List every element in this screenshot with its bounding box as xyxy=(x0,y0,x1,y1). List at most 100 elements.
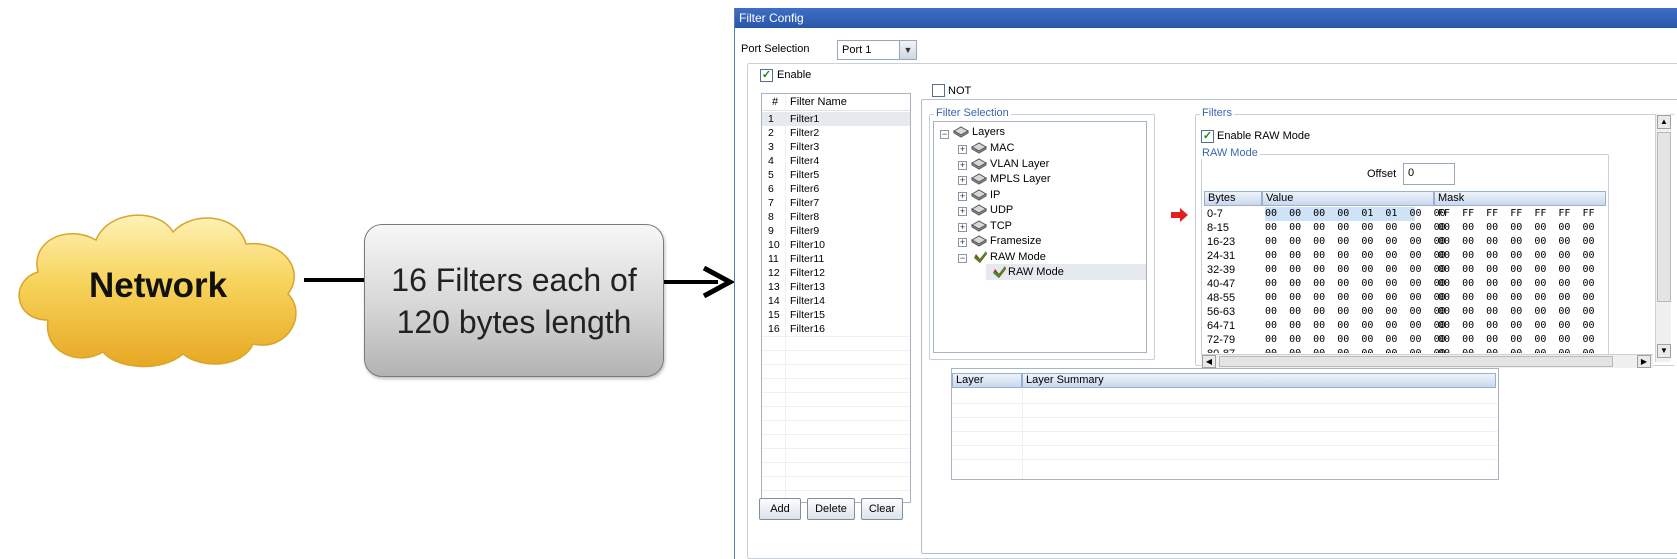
layers-icon xyxy=(970,157,988,170)
tree-node-label[interactable]: MAC xyxy=(990,140,1014,156)
delete-button-label: Delete xyxy=(815,503,847,515)
filter-list-item[interactable]: 15 Filter15 xyxy=(762,308,910,322)
tree-node-label[interactable]: TCP xyxy=(990,218,1012,234)
tree-node-label[interactable]: VLAN Layer xyxy=(990,156,1049,172)
raw-row-mask[interactable]: 00 00 00 00 00 00 00 00 xyxy=(1438,291,1606,305)
grid-line xyxy=(952,445,1498,446)
raw-row-mask[interactable]: 00 00 00 00 00 00 00 00 xyxy=(1438,277,1606,291)
raw-row-mask[interactable]: 00 00 00 00 00 00 00 00 xyxy=(1438,347,1606,353)
filter-list-item[interactable]: 12 Filter12 xyxy=(762,266,910,280)
h-scroll-thumb[interactable] xyxy=(1219,356,1613,367)
raw-row-value[interactable]: 00 00 00 00 00 00 00 00 xyxy=(1265,249,1446,263)
filter-list-item[interactable]: 4 Filter4 xyxy=(762,154,910,168)
filter-list-item[interactable]: 10 Filter10 xyxy=(762,238,910,252)
grid-line xyxy=(952,431,1498,432)
filter-number: 10 xyxy=(768,239,780,251)
tree-node-label[interactable]: IP xyxy=(990,187,1000,203)
filter-list-item[interactable]: 9 Filter9 xyxy=(762,224,910,238)
expand-icon[interactable]: + xyxy=(958,160,967,170)
expand-icon[interactable]: + xyxy=(958,191,967,201)
raw-row-mask[interactable]: 00 00 00 00 00 00 00 00 xyxy=(1438,221,1606,235)
expand-icon[interactable]: + xyxy=(958,207,967,216)
raw-row-value[interactable]: 00 00 00 00 00 00 00 00 xyxy=(1265,263,1446,277)
clear-button[interactable]: Clear xyxy=(861,498,903,520)
delete-button[interactable]: Delete xyxy=(807,498,855,520)
raw-row-value[interactable]: 00 00 00 00 00 00 00 00 xyxy=(1265,221,1446,235)
chevron-right-icon[interactable]: ▶ xyxy=(1637,355,1651,368)
check-icon xyxy=(974,250,987,263)
layer-tree: − Layers + MAC + VLAN Layer + MPLS Layer + IP + UDP… xyxy=(933,121,1147,353)
filter-name: Filter7 xyxy=(790,197,820,209)
filter-list-item[interactable]: 1 Filter1 xyxy=(762,112,910,126)
chevron-down-icon[interactable]: ▼ xyxy=(899,41,916,59)
expand-icon[interactable]: + xyxy=(958,238,967,247)
filter-list-item[interactable]: 3 Filter3 xyxy=(762,140,910,154)
expand-icon[interactable]: + xyxy=(958,145,967,154)
filter-list-item[interactable]: 13 Filter13 xyxy=(762,280,910,294)
raw-row-mask[interactable]: 00 00 00 00 00 00 00 00 xyxy=(1438,249,1606,263)
raw-row-mask[interactable]: 00 00 00 00 00 00 00 00 xyxy=(1438,263,1606,277)
offset-label: Offset xyxy=(1367,168,1397,180)
filter-name: Filter6 xyxy=(790,183,820,195)
raw-row-mask[interactable]: 00 00 00 00 00 00 00 00 xyxy=(1438,333,1606,347)
add-button[interactable]: Add xyxy=(759,498,801,520)
raw-row-mask[interactable]: 00 00 00 00 00 00 00 00 xyxy=(1438,305,1606,319)
raw-row-bytes: 56-63 xyxy=(1207,306,1236,318)
raw-row-mask[interactable]: FF FF FF FF FF FF FF 00 xyxy=(1438,207,1606,221)
raw-row-value[interactable]: 00 00 00 00 00 00 00 00 xyxy=(1265,319,1446,333)
filters-title: Filters xyxy=(1200,107,1234,119)
filters-horizontal-scrollbar[interactable]: ◀ ▶ xyxy=(1201,354,1653,368)
filter-list-item[interactable]: 11 Filter11 xyxy=(762,252,910,266)
filter-list-item[interactable]: 5 Filter5 xyxy=(762,168,910,182)
raw-row-value[interactable]: 00 00 00 00 00 00 00 00 xyxy=(1265,347,1446,353)
raw-row-mask[interactable]: 00 00 00 00 00 00 00 00 xyxy=(1438,319,1606,333)
not-checkbox[interactable] xyxy=(932,84,945,97)
network-label: Network xyxy=(88,266,228,305)
grid-line xyxy=(762,378,910,379)
col-bytes: Bytes xyxy=(1204,191,1262,206)
col-layer-summary: Layer Summary xyxy=(1022,373,1496,388)
grid-line xyxy=(762,336,910,337)
raw-row-value[interactable]: 00 00 00 00 00 00 00 00 xyxy=(1265,235,1446,249)
expand-icon[interactable]: + xyxy=(958,222,967,232)
raw-row-value[interactable]: 00 00 00 00 00 00 00 00 xyxy=(1265,333,1446,347)
chevron-up-icon[interactable]: ▲ xyxy=(1657,115,1671,129)
filter-list-item[interactable]: 7 Filter7 xyxy=(762,196,910,210)
expand-icon[interactable]: + xyxy=(958,176,967,185)
check-icon xyxy=(993,266,1006,278)
filter-selection-title: Filter Selection xyxy=(934,107,1011,119)
port-select[interactable]: Port 1 ▼ xyxy=(837,40,917,60)
enable-raw-checkbox[interactable]: ✓ xyxy=(1201,130,1214,143)
raw-row-value[interactable]: 00 00 00 00 01 01 00 00 xyxy=(1265,207,1446,221)
raw-row-mask[interactable]: 00 00 00 00 00 00 00 00 xyxy=(1438,235,1606,249)
collapse-icon[interactable]: − xyxy=(958,253,967,263)
filter-number: 6 xyxy=(768,183,774,195)
filters-vertical-scrollbar[interactable]: ▲ ▼ xyxy=(1655,114,1671,362)
tree-node-label[interactable]: RAW Mode xyxy=(990,249,1046,265)
filter-list-item[interactable]: 6 Filter6 xyxy=(762,182,910,196)
filter-number: 15 xyxy=(768,309,780,321)
chevron-down-icon[interactable]: ▼ xyxy=(1657,344,1671,358)
filter-list-item[interactable]: 2 Filter2 xyxy=(762,126,910,140)
raw-row-value[interactable]: 00 00 00 00 00 00 00 00 xyxy=(1265,305,1446,319)
layers-icon xyxy=(970,173,988,185)
filter-list-item[interactable]: 8 Filter8 xyxy=(762,210,910,224)
chevron-left-icon[interactable]: ◀ xyxy=(1202,355,1216,368)
layers-icon xyxy=(970,235,988,247)
collapse-icon[interactable]: − xyxy=(940,130,949,139)
raw-row-value[interactable]: 00 00 00 00 00 00 00 00 xyxy=(1265,277,1446,291)
scroll-thumb[interactable] xyxy=(1657,132,1671,302)
filter-list-item[interactable]: 14 Filter14 xyxy=(762,294,910,308)
tree-node-label[interactable]: UDP xyxy=(990,202,1013,218)
layer-summary-table: Layer Layer Summary xyxy=(951,368,1499,480)
filter-name: Filter4 xyxy=(790,155,820,167)
raw-row-value[interactable]: 00 00 00 00 00 00 00 00 xyxy=(1265,291,1446,305)
tree-node-label[interactable]: Layers xyxy=(972,124,1005,140)
filter-list-item[interactable]: 16 Filter16 xyxy=(762,322,910,336)
tree-node-label[interactable]: MPLS Layer xyxy=(990,171,1051,187)
tree-node-label[interactable]: RAW Mode xyxy=(1008,264,1064,280)
offset-input[interactable]: 0 xyxy=(1403,163,1455,185)
tree-node-label[interactable]: Framesize xyxy=(990,233,1041,249)
clear-button-label: Clear xyxy=(868,503,896,515)
raw-row-bytes: 32-39 xyxy=(1207,264,1236,276)
